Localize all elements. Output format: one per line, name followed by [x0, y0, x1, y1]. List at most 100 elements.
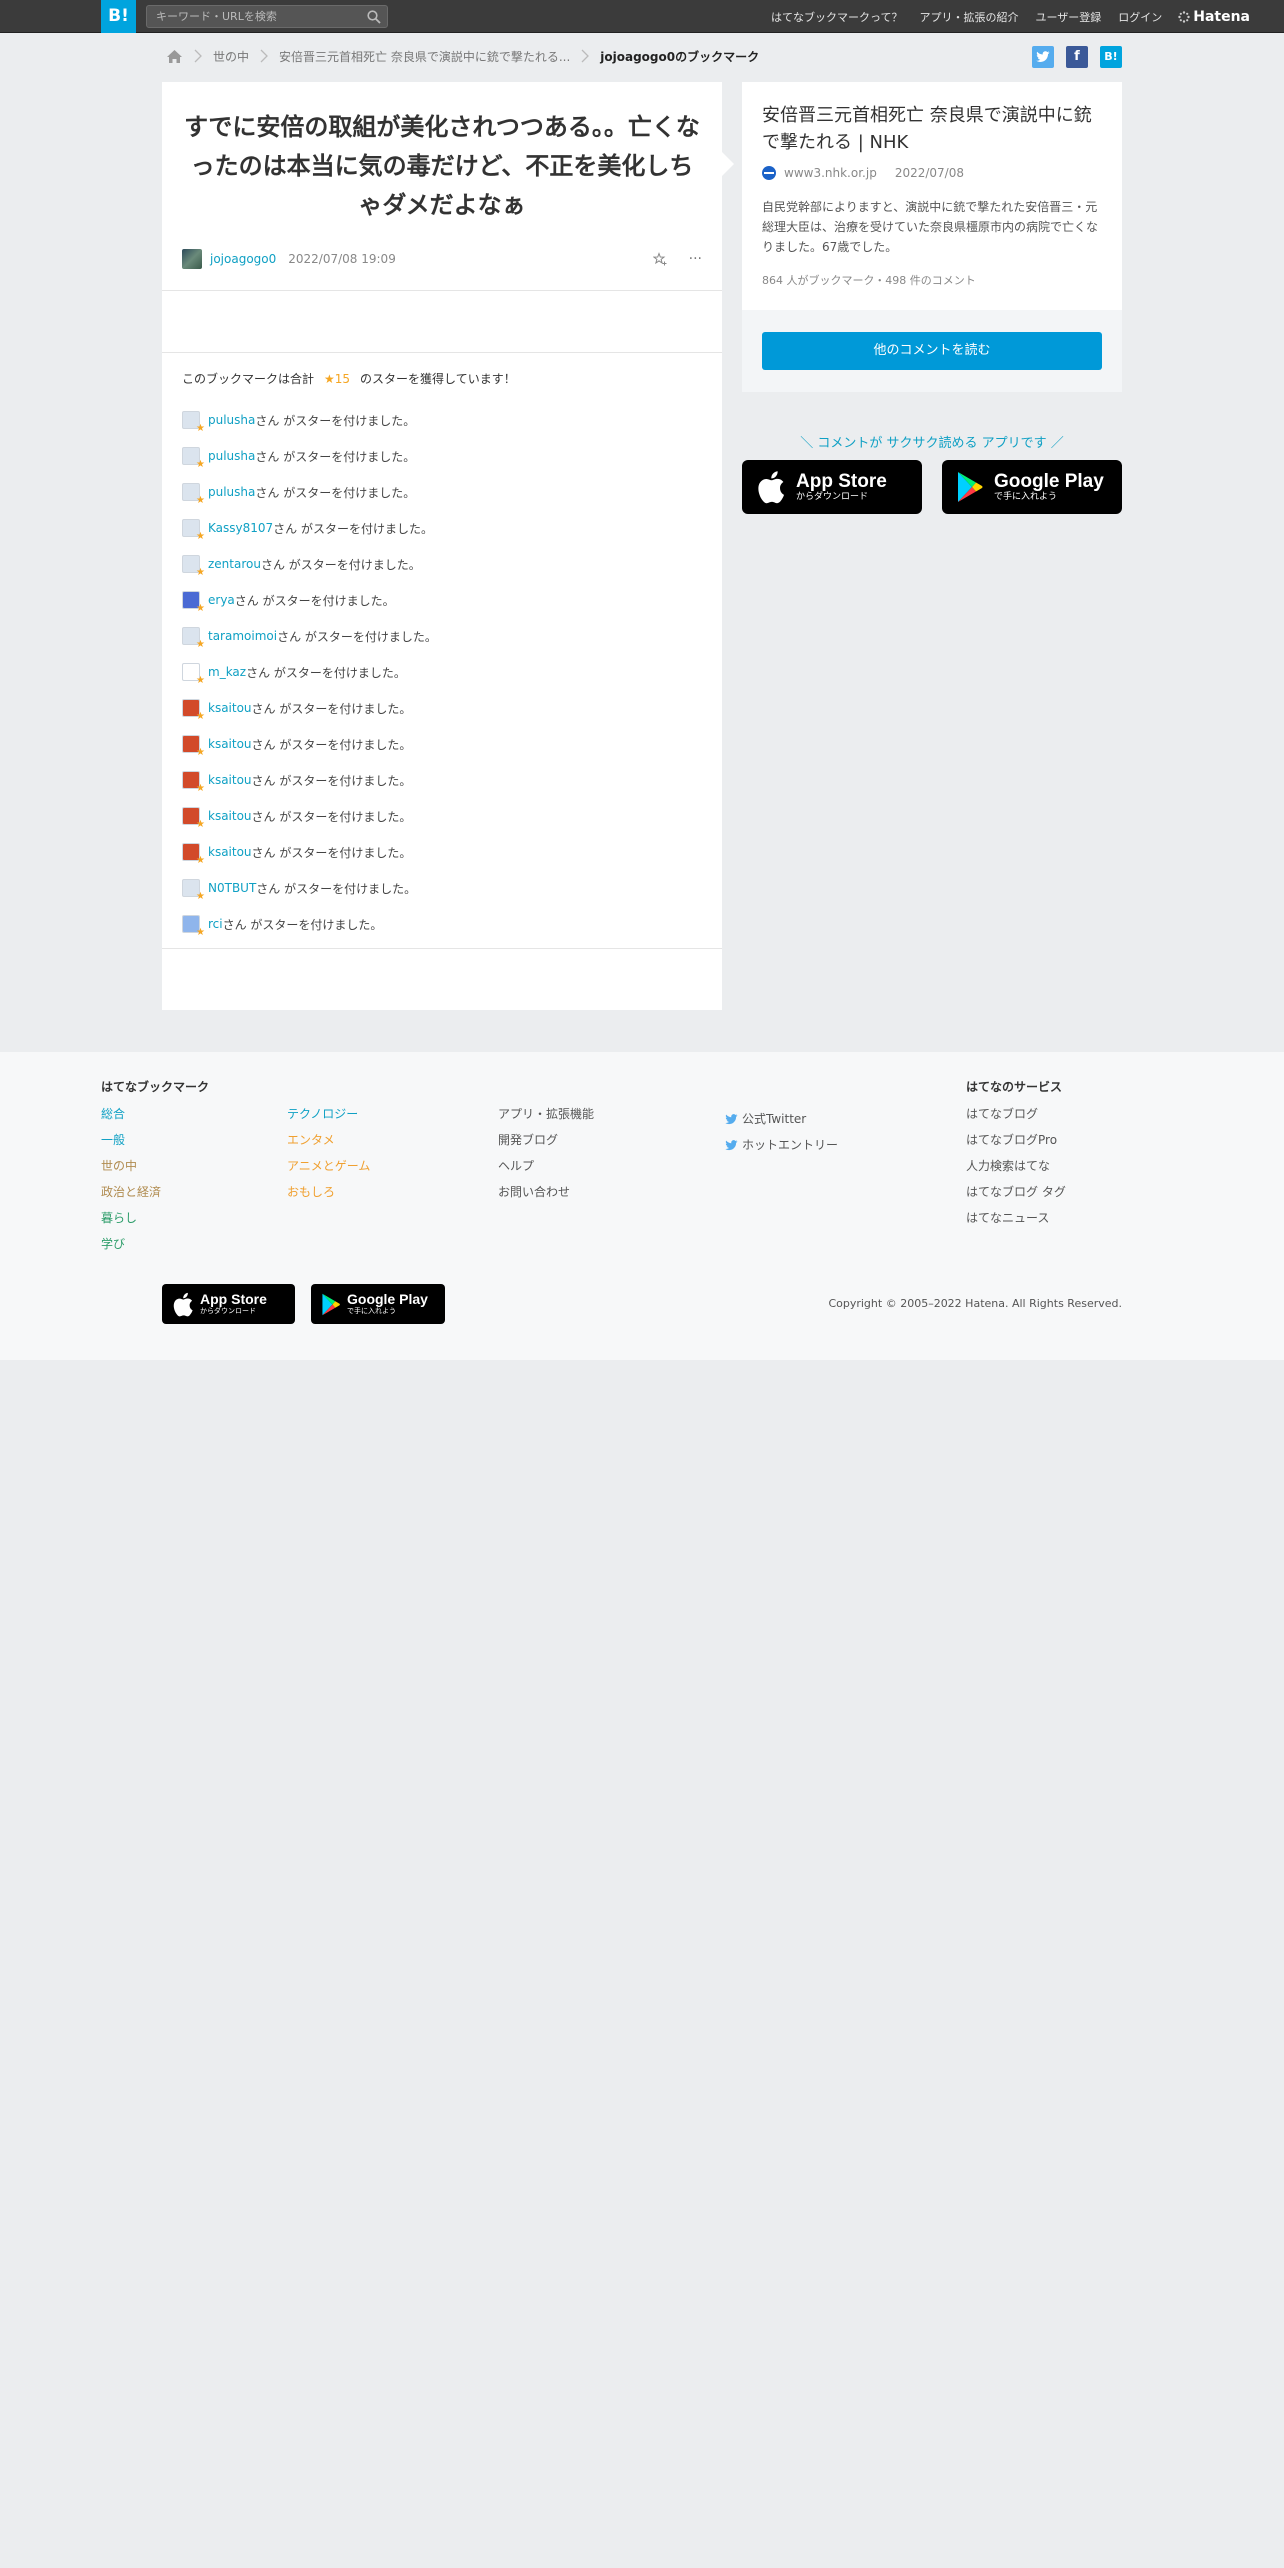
card-notch	[722, 152, 734, 176]
nav-apps[interactable]: アプリ・拡張の紹介	[919, 9, 1018, 25]
footer-category-link[interactable]: 世の中	[101, 1158, 209, 1184]
star-user-name[interactable]: ksaitou	[208, 773, 252, 787]
star-user-avatar[interactable]: ★	[182, 699, 205, 722]
star-user-avatar[interactable]: ★	[182, 735, 205, 758]
breadcrumb-category[interactable]: 世の中	[213, 48, 249, 65]
star-suffix: さん がスターを付けました。	[255, 413, 416, 428]
footer-app-store-button[interactable]: App Store からダウンロード	[162, 1284, 295, 1324]
star-user-avatar[interactable]: ★	[182, 483, 205, 506]
search-box	[146, 5, 388, 28]
star-user-avatar[interactable]: ★	[182, 411, 205, 434]
footer-category-link[interactable]: 総合	[101, 1106, 209, 1132]
star-user-name[interactable]: ksaitou	[208, 737, 252, 751]
footer-link-help[interactable]: ヘルプ	[498, 1158, 594, 1184]
footer-link-apps[interactable]: アプリ・拡張機能	[498, 1106, 594, 1132]
star-suffix: さん がスターを付けました。	[255, 485, 416, 500]
star-user-name[interactable]: ksaitou	[208, 701, 252, 715]
service-link[interactable]: はてなブログ タグ	[966, 1184, 1066, 1210]
bookmark-actions: ···	[631, 248, 702, 270]
star-user-name[interactable]: pulusha	[208, 485, 255, 499]
service-link[interactable]: はてなブログPro	[966, 1132, 1066, 1158]
bookmark-user[interactable]: jojoagogo0	[210, 252, 276, 266]
entry-title[interactable]: 安倍晋三元首相死亡 奈良県で演説中に銃で撃たれる | NHK	[762, 102, 1106, 156]
footer-link-devblog[interactable]: 開発ブログ	[498, 1132, 594, 1158]
footer-category-link[interactable]: テクノロジー	[287, 1106, 370, 1132]
divider	[162, 352, 722, 353]
footer-category-link[interactable]: 一般	[101, 1132, 209, 1158]
twitter-share-button[interactable]	[1032, 46, 1054, 68]
read-more-comments-button[interactable]: 他のコメントを読む	[762, 332, 1102, 370]
nav-register[interactable]: ユーザー登録	[1035, 9, 1101, 25]
chevron-right-icon	[194, 49, 202, 63]
star-user-name[interactable]: N0TBUT	[208, 881, 256, 895]
star-icon: ★	[196, 747, 205, 758]
google-play-label: Google Play	[994, 470, 1104, 492]
star-row: ★ taramoimoi さん がスターを付けました。	[182, 618, 702, 654]
user-avatar[interactable]	[182, 249, 202, 269]
star-user-avatar[interactable]: ★	[182, 915, 205, 938]
star-user-avatar[interactable]: ★	[182, 663, 205, 686]
divider	[162, 290, 722, 291]
search-icon[interactable]	[367, 10, 381, 24]
google-play-button[interactable]: Google Play で手に入れよう	[942, 460, 1122, 514]
footer-link-hotentry-label: ホットエントリー	[742, 1138, 839, 1152]
star-user-avatar[interactable]: ★	[182, 519, 205, 542]
star-user-name[interactable]: ksaitou	[208, 809, 252, 823]
add-star-icon[interactable]	[652, 252, 667, 266]
star-icon: ★	[196, 855, 205, 866]
star-user-name[interactable]: zentarou	[208, 557, 261, 571]
star-suffix: さん がスターを付けました。	[260, 557, 421, 572]
service-link[interactable]: 人力検索はてな	[966, 1158, 1066, 1184]
star-user-avatar[interactable]: ★	[182, 627, 205, 650]
entry-stats[interactable]: 864 人がブックマーク・498 件のコメント	[762, 272, 976, 288]
star-user-name[interactable]: taramoimoi	[208, 629, 277, 643]
star-user-name[interactable]: rci	[208, 917, 223, 931]
star-row: ★ ksaitou さん がスターを付けました。	[182, 690, 702, 726]
home-icon[interactable]	[166, 49, 183, 64]
app-store-button[interactable]: App Store からダウンロード	[742, 460, 922, 514]
star-user-avatar[interactable]: ★	[182, 591, 205, 614]
footer-category-link[interactable]: 暮らし	[101, 1210, 209, 1236]
footer-category-link[interactable]: 学び	[101, 1236, 209, 1262]
star-user-name[interactable]: pulusha	[208, 413, 255, 427]
star-icon: ★	[196, 891, 205, 902]
footer-google-play-button[interactable]: Google Play で手に入れよう	[311, 1284, 445, 1324]
service-link[interactable]: はてなニュース	[966, 1210, 1066, 1236]
hatena-brand-link[interactable]: Hatena	[1178, 9, 1250, 25]
star-user-name[interactable]: erya	[208, 593, 235, 607]
star-icon: ★	[196, 531, 205, 542]
star-user-avatar[interactable]: ★	[182, 555, 205, 578]
star-user-avatar[interactable]: ★	[182, 879, 205, 902]
hatena-bookmark-logo[interactable]: B!	[101, 0, 136, 33]
footer-link-contact[interactable]: お問い合わせ	[498, 1184, 594, 1210]
search-input[interactable]	[147, 6, 357, 27]
service-link[interactable]: はてなブログ	[966, 1106, 1066, 1132]
breadcrumb-entry[interactable]: 安倍晋三元首相死亡 奈良県で演説中に銃で撃たれる...	[279, 48, 570, 65]
star-user-name[interactable]: Kassy8107	[208, 521, 273, 535]
footer-category-link[interactable]: おもしろ	[287, 1184, 370, 1210]
hatena-share-button[interactable]: B!	[1100, 46, 1122, 68]
app-store-label: App Store	[796, 470, 887, 492]
footer-category-link[interactable]: アニメとゲーム	[287, 1158, 370, 1184]
nav-login[interactable]: ログイン	[1118, 9, 1162, 25]
nav-about[interactable]: はてなブックマークって？	[771, 9, 902, 25]
footer-link-twitter[interactable]: 公式Twitter	[725, 1106, 838, 1132]
footer-link-hotentry[interactable]: ホットエントリー	[725, 1132, 838, 1158]
footer-category-link[interactable]: 政治と経済	[101, 1184, 209, 1210]
footer-category-link[interactable]: エンタメ	[287, 1132, 370, 1158]
star-user-avatar[interactable]: ★	[182, 447, 205, 470]
star-user-avatar[interactable]: ★	[182, 807, 205, 830]
google-play-icon	[322, 1293, 340, 1315]
bookmark-date[interactable]: 2022/07/08 19:09	[288, 252, 396, 266]
more-options-icon[interactable]: ···	[689, 251, 702, 267]
google-play-sub: で手に入れよう	[994, 491, 1058, 502]
footer-link-twitter-label: 公式Twitter	[742, 1112, 807, 1126]
star-user-name[interactable]: ksaitou	[208, 845, 252, 859]
star-user-avatar[interactable]: ★	[182, 771, 205, 794]
star-row: ★ N0TBUT さん がスターを付けました。	[182, 870, 702, 906]
star-user-name[interactable]: m_kaz	[208, 665, 246, 679]
star-user-avatar[interactable]: ★	[182, 843, 205, 866]
facebook-share-button[interactable]: f	[1066, 46, 1088, 68]
star-user-name[interactable]: pulusha	[208, 449, 255, 463]
entry-domain[interactable]: www3.nhk.or.jp	[784, 166, 877, 180]
